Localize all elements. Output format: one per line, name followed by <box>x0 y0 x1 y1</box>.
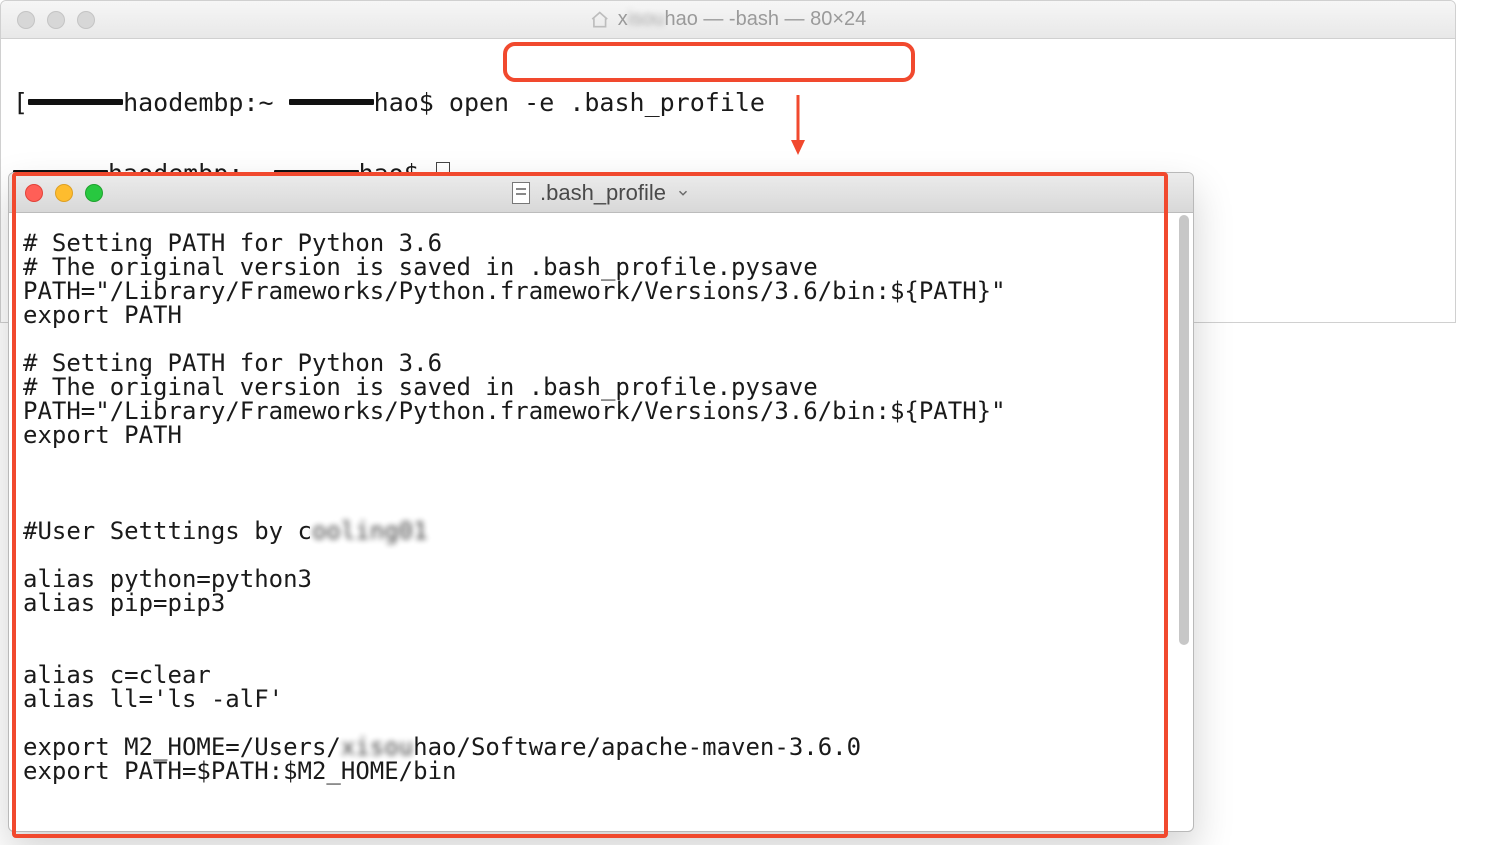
close-icon[interactable] <box>25 184 43 202</box>
editor-title[interactable]: .bash_profile <box>512 180 690 206</box>
minimize-icon[interactable] <box>55 184 73 202</box>
terminal-title-rest: — -bash — 80×24 <box>698 8 866 30</box>
chevron-down-icon[interactable] <box>676 186 690 200</box>
document-icon <box>512 182 530 204</box>
maximize-icon[interactable] <box>77 11 95 29</box>
terminal-traffic-lights <box>1 11 95 29</box>
text-editor-window: .bash_profile # Setting PATH for Python … <box>8 172 1194 832</box>
terminal-title-prefix: x <box>618 8 628 30</box>
terminal-titlebar[interactable]: xisouhao — -bash — 80×24 <box>1 1 1455 39</box>
terminal-line: [haodembp:~ hao$ open -e .bash_profile <box>13 85 1443 121</box>
scrollbar-thumb[interactable] <box>1179 215 1189 645</box>
editor-titlebar[interactable]: .bash_profile <box>9 173 1193 213</box>
editor-content[interactable]: # Setting PATH for Python 3.6 # The orig… <box>9 213 1193 831</box>
terminal-title: xisouhao — -bash — 80×24 <box>590 8 867 31</box>
redacted-text <box>28 99 123 105</box>
terminal-title-user: hao <box>664 8 697 30</box>
editor-traffic-lights <box>9 184 103 202</box>
terminal-command: open -e .bash_profile <box>449 88 765 117</box>
terminal-user: hao$ <box>374 88 449 117</box>
redacted-text <box>289 99 374 105</box>
close-icon[interactable] <box>17 11 35 29</box>
editor-title-text: .bash_profile <box>540 180 666 206</box>
redacted-text: isou <box>628 8 665 30</box>
minimize-icon[interactable] <box>47 11 65 29</box>
scrollbar[interactable] <box>1177 215 1191 827</box>
home-icon <box>590 10 610 30</box>
terminal-host: haodembp:~ <box>123 88 289 117</box>
maximize-icon[interactable] <box>85 184 103 202</box>
redacted-text: xisou <box>341 733 413 761</box>
redacted-text: ooling01 <box>312 517 428 545</box>
